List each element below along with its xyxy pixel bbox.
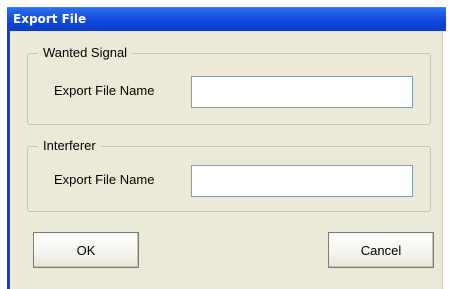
interferer-export-file-name-label: Export File Name bbox=[54, 172, 155, 187]
window-title: Export File bbox=[13, 12, 87, 26]
wanted-signal-group-label: Wanted Signal bbox=[38, 45, 133, 61]
ok-button[interactable]: OK bbox=[33, 232, 139, 268]
wanted-signal-export-file-name-label: Export File Name bbox=[54, 83, 155, 98]
cancel-button[interactable]: Cancel bbox=[328, 232, 434, 268]
interferer-export-file-name-input[interactable] bbox=[191, 165, 413, 197]
interferer-group-label: Interferer bbox=[38, 138, 101, 154]
title-bar[interactable]: Export File bbox=[7, 7, 446, 31]
wanted-signal-export-file-name-input[interactable] bbox=[191, 76, 413, 108]
